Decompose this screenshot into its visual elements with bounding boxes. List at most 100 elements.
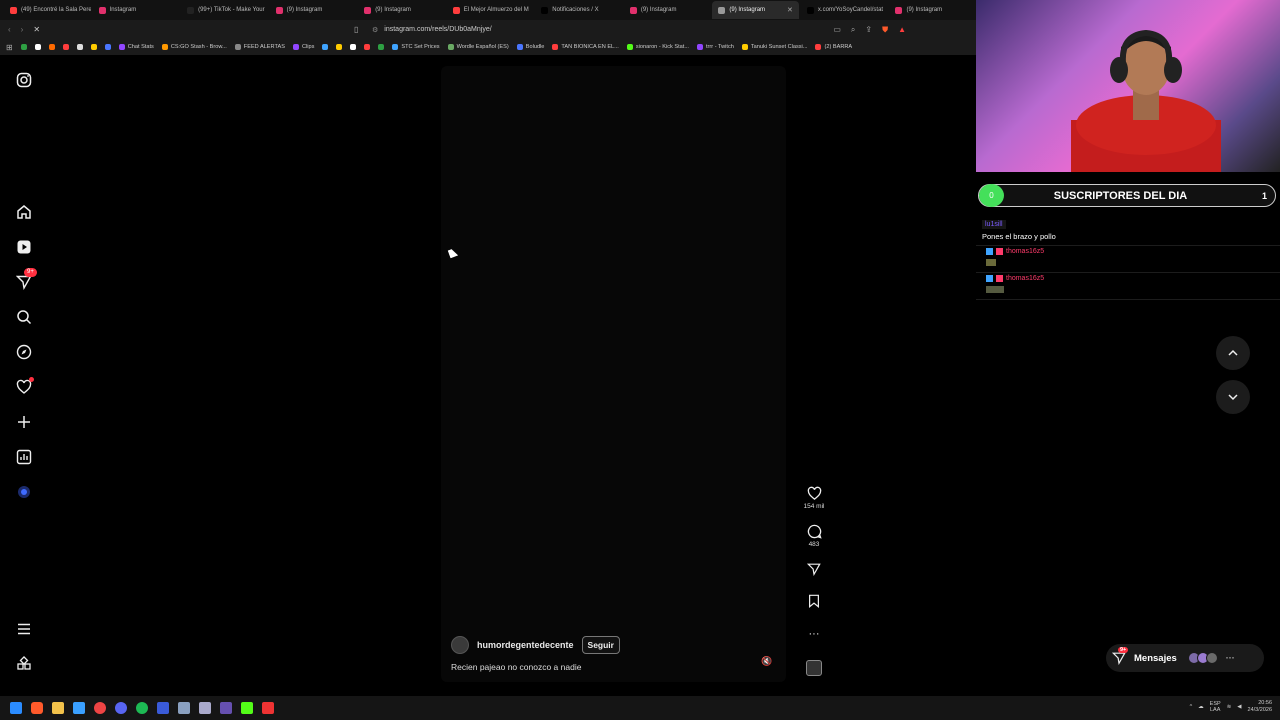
app-red-icon[interactable]	[262, 702, 274, 714]
forward-icon[interactable]: ›	[21, 25, 24, 34]
heart-icon[interactable]	[14, 377, 34, 397]
brave-shield-icon[interactable]: ⛊	[882, 25, 888, 35]
create-icon[interactable]	[14, 412, 34, 432]
bookmark-item[interactable]	[322, 44, 329, 50]
owner-username[interactable]: humordegentedecente	[477, 640, 574, 650]
bookmark-item[interactable]: TAN BIONICA EN EL...	[552, 44, 619, 50]
browser-tab[interactable]: (9) Instagram	[358, 1, 445, 19]
bookmark-item[interactable]	[20, 44, 27, 50]
volume-icon[interactable]: ◀	[1237, 704, 1241, 710]
obs-icon[interactable]	[220, 702, 232, 714]
bookmark-item[interactable]	[90, 44, 97, 50]
save-icon[interactable]	[807, 594, 821, 608]
clock[interactable]: 20:56 24/3/2026	[1248, 700, 1272, 714]
app-gear-icon[interactable]	[178, 702, 190, 714]
bookmark-item[interactable]: Wordle Español (ES)	[447, 44, 509, 50]
kick-icon[interactable]	[241, 702, 253, 714]
app-tool-icon[interactable]	[199, 702, 211, 714]
discord-icon[interactable]	[115, 702, 127, 714]
browser-tab[interactable]: (9) Instagram	[889, 1, 976, 19]
comment-icon[interactable]	[807, 524, 822, 539]
reel-video[interactable]: humordegentedecente Seguir Recien pajeao…	[441, 66, 786, 682]
cast-icon[interactable]: ▭	[833, 25, 841, 35]
previous-reel-button[interactable]	[1216, 336, 1250, 370]
home-icon[interactable]	[14, 202, 34, 222]
reload-icon[interactable]: ✕	[33, 25, 40, 34]
explore-icon[interactable]	[14, 342, 34, 362]
like-heart-icon[interactable]	[807, 486, 822, 501]
bookmark-item[interactable]: Tanuki Sunset Classi...	[741, 44, 808, 50]
tray-chevron-icon[interactable]: ^	[1190, 704, 1193, 710]
bookmark-item[interactable]	[378, 44, 385, 50]
browser-tab[interactable]: Instagram	[93, 1, 180, 19]
more-options-icon[interactable]: ···	[809, 628, 820, 640]
bookmark-item[interactable]: Clips	[292, 44, 314, 50]
tray-app-icon[interactable]: ☁	[1198, 704, 1204, 710]
browser-tab[interactable]: (9) Instagram	[624, 1, 711, 19]
browser-tab[interactable]: (99+) TikTok - Make Your	[181, 1, 268, 19]
reels-icon[interactable]	[14, 237, 34, 257]
messages-icon[interactable]: 9+	[14, 268, 37, 292]
browser-tab[interactable]: El Mejor Almuerzo del M	[447, 1, 534, 19]
windows-start-icon[interactable]	[10, 702, 22, 714]
bookmark-item[interactable]: Chat Stats	[118, 44, 154, 50]
spotify-icon[interactable]	[136, 702, 148, 714]
bookmark-item[interactable]	[62, 44, 69, 50]
next-reel-button[interactable]	[1216, 380, 1250, 414]
browser-tab[interactable]: x.com/YoSoyCandel/stat	[801, 1, 888, 19]
bookmark-item[interactable]: CS:GO Stash - Brow...	[161, 44, 227, 50]
bookmark-item[interactable]: (2) BARRA	[815, 44, 852, 50]
app-window-icon[interactable]	[157, 702, 169, 714]
profile-avatar-icon[interactable]	[14, 482, 34, 502]
bookmark-item[interactable]: sionaron - Kick Stat...	[626, 44, 689, 50]
file-explorer-icon[interactable]	[52, 702, 64, 714]
browser-tab[interactable]: (9) Instagram	[270, 1, 357, 19]
apps-icon[interactable]: ⊞	[6, 43, 13, 52]
language-indicator[interactable]: ESP LAA	[1210, 701, 1221, 713]
site-info-icon[interactable]: ⚙	[372, 26, 378, 34]
follow-button[interactable]: Seguir	[581, 636, 620, 654]
bookmark-item[interactable]	[364, 44, 371, 50]
bookmark-item[interactable]	[336, 44, 343, 50]
more-apps-icon[interactable]	[14, 654, 34, 674]
bookmark-item[interactable]	[350, 44, 357, 50]
tab-label: (9) Instagram	[375, 7, 411, 13]
chat-username: thomas16z5	[1006, 248, 1045, 255]
share-icon[interactable]: ⇪	[865, 25, 872, 35]
messages-button[interactable]: 9+ Mensajes ···	[1106, 644, 1264, 672]
more-icon[interactable]: ···	[1226, 653, 1235, 663]
browser-tab[interactable]: Notificaciones / X	[535, 1, 622, 19]
brave-app-icon[interactable]	[31, 702, 43, 714]
address-bar[interactable]: ⚙ instagram.com/reels/DUb0aMnjye/	[372, 23, 492, 36]
menu-icon[interactable]	[14, 619, 34, 639]
brave-rewards-icon[interactable]: ▲	[898, 25, 906, 35]
subs-title: SUSCRIPTORES DEL DIA	[1053, 189, 1188, 202]
mute-icon[interactable]: 🔇	[760, 656, 774, 670]
search-icon[interactable]	[14, 307, 34, 327]
reel-caption: Recien pajeao no conozco a nadie	[451, 662, 582, 672]
audio-thumbnail[interactable]	[806, 660, 822, 676]
bookmark-item[interactable]	[76, 44, 83, 50]
bookmark-item[interactable]	[34, 44, 41, 50]
bookmark-item[interactable]	[48, 44, 55, 50]
bookmark-item[interactable]: FEED ALERTAS	[234, 44, 285, 50]
bookmark-item[interactable]: Boludle	[516, 44, 544, 50]
share-icon[interactable]	[807, 562, 821, 576]
zoom-icon[interactable]: ⌕	[851, 25, 855, 35]
owner-avatar[interactable]	[451, 636, 469, 654]
chrome-icon[interactable]	[94, 702, 106, 714]
browser-tab[interactable]: (9) Instagram ✕	[712, 1, 799, 19]
dashboard-icon[interactable]	[14, 447, 34, 467]
bookmark-item[interactable]: STC Set Prices	[392, 44, 440, 50]
instagram-logo-icon[interactable]	[14, 70, 34, 90]
back-icon[interactable]: ‹	[8, 25, 11, 34]
bookmark-item[interactable]: trrr - Twitch	[697, 44, 734, 50]
bookmark-icon[interactable]: ▯	[354, 25, 358, 34]
browser-tab[interactable]: (49) Encontré la Sala Pere	[4, 1, 91, 19]
wifi-icon[interactable]: ≋	[1227, 704, 1232, 710]
pen-app-icon[interactable]	[73, 702, 85, 714]
bookmark-label: Tanuki Sunset Classi...	[750, 44, 808, 50]
bookmark-item[interactable]	[104, 44, 111, 50]
close-tab-icon[interactable]: ✕	[787, 6, 793, 14]
browser-toolbar: ‹ › ✕ ▯ ⚙ instagram.com/reels/DUb0aMnjye…	[0, 20, 976, 39]
